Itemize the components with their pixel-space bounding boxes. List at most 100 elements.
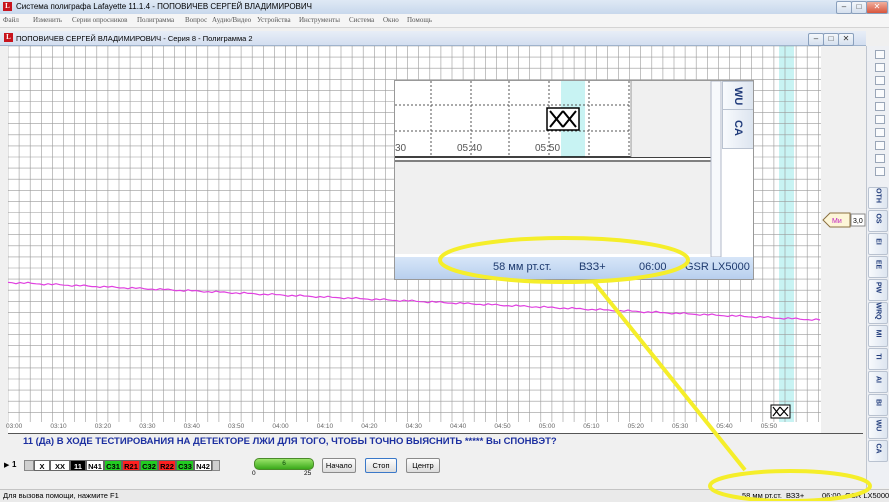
tab-ei[interactable]: EI [868, 233, 888, 255]
x-tick-label: 05:50 [760, 423, 778, 430]
start-button[interactable]: Начало [322, 458, 356, 473]
menu-window[interactable]: Окно [383, 16, 399, 24]
x-tick-label: 03:40 [183, 423, 200, 430]
tab-oth[interactable]: OTH [868, 187, 888, 209]
sequence-item[interactable]: XX [50, 460, 70, 471]
sequence-item[interactable]: 11 [70, 460, 86, 471]
zoom-tab-ca: CA [722, 109, 753, 149]
sequence-current-number: 1 [12, 460, 17, 469]
close-button[interactable]: ✕ [866, 1, 888, 14]
progress-max: 25 [304, 470, 312, 477]
sequence-item[interactable]: N41 [86, 460, 104, 471]
zoom-mode: ВЗЗ+ [579, 261, 606, 273]
menu-tools[interactable]: Инструменты [299, 16, 340, 24]
toolbar-page-icon[interactable] [875, 167, 885, 176]
zoom-tick-label: 05:50 [535, 143, 561, 154]
tab-mi[interactable]: MI [868, 325, 888, 347]
chart-highlight-band [779, 46, 794, 422]
sequence-item[interactable]: R21 [122, 460, 140, 471]
child-close-button[interactable]: ✕ [838, 33, 854, 46]
status-mode: ВЗЗ+ [786, 491, 805, 500]
toolbar-page-icon[interactable] [875, 89, 885, 98]
zoom-event-marker-icon [546, 107, 580, 131]
sequence-item[interactable]: X [34, 460, 50, 471]
tab-bi[interactable]: BI [868, 394, 888, 416]
center-button[interactable]: Центр [406, 458, 440, 473]
zoom-device: GSR LX5000 [685, 261, 750, 273]
sequence-item[interactable]: C32 [140, 460, 158, 471]
toolbar-page-icon[interactable] [875, 141, 885, 150]
marker-label: Ми [832, 218, 842, 225]
event-marker-icon[interactable] [770, 404, 791, 419]
status-bar: Для вызова помощи, нажмите F1 58 мм рт.с… [0, 489, 889, 502]
toolbar-page-icon[interactable] [875, 76, 885, 85]
toolbar-page-icon[interactable] [875, 154, 885, 163]
stop-button[interactable]: Стоп [365, 458, 397, 473]
app-title-bar: L Система полиграфа Lafayette 11.1.4 - П… [0, 0, 889, 15]
zoom-chart [395, 81, 722, 258]
toolbar-page-icon[interactable] [875, 115, 885, 124]
progress-min: 0 [252, 470, 256, 477]
sequence-end-slot [212, 460, 220, 471]
zoom-tick-label: 05:40 [457, 143, 483, 154]
tab-wu[interactable]: WU [868, 417, 888, 439]
sequence-item[interactable]: C33 [176, 460, 194, 471]
child-minimize-button[interactable]: – [808, 33, 824, 46]
tab-ti[interactable]: TI [868, 348, 888, 370]
polygram-window-title: ПОПОВИЧЕВ СЕРГЕЙ ВЛАДИМИРОВИЧ - Серия 8 … [16, 34, 253, 43]
zoom-inset: 30 05:40 05:50 WU CA 58 мм рт.ст. ВЗЗ+ 0… [394, 80, 754, 280]
x-tick-label: 04:30 [405, 423, 422, 430]
zoom-pressure: 58 мм рт.ст. [493, 261, 552, 273]
tab-os[interactable]: OS [868, 210, 888, 232]
menu-audio-video[interactable]: Аудио/Видео [212, 16, 251, 24]
x-tick-label: 05:40 [716, 423, 733, 430]
x-tick-label: 03:50 [228, 423, 245, 430]
menu-question-series[interactable]: Серии опросников [72, 16, 127, 24]
status-help-text: Для вызова помощи, нажмите F1 [3, 491, 119, 500]
tab-pw[interactable]: PW [868, 279, 888, 301]
x-tick-label: 05:00 [538, 423, 556, 430]
x-tick-label: 04:10 [316, 423, 334, 430]
status-time: 06:00 [822, 491, 841, 500]
maximize-button[interactable]: □ [851, 1, 867, 14]
channel-marker[interactable]: Ми 3,0 [822, 212, 866, 228]
x-tick-label: 04:00 [272, 423, 289, 430]
menu-polygram[interactable]: Полиграмма [137, 16, 174, 24]
zoom-tab-wu: WU [722, 81, 753, 111]
tab-ee[interactable]: EE [868, 256, 888, 278]
menu-question[interactable]: Вопрос [185, 16, 207, 24]
app-logo-icon: L [3, 2, 12, 11]
tab-ai[interactable]: AI [868, 371, 888, 393]
sequence-start-slot [24, 460, 34, 471]
toolbar-page-icon[interactable] [875, 63, 885, 72]
x-tick-label: 05:20 [627, 423, 644, 430]
x-tick-label: 05:30 [672, 423, 689, 430]
x-tick-label: 04:20 [361, 423, 378, 430]
toolbar-page-icon[interactable] [875, 128, 885, 137]
tab-wrq[interactable]: WRQ [868, 302, 888, 324]
current-question-text: 11 (Да) В ХОДЕ ТЕСТИРОВАНИЯ НА ДЕТЕКТОРЕ… [23, 436, 557, 447]
divider-line [8, 433, 863, 434]
child-logo-icon: L [4, 33, 13, 42]
tab-ca[interactable]: CA [868, 440, 888, 462]
menu-bar: Файл Изменить Серии опросников Полиграмм… [0, 14, 889, 28]
sequence-item[interactable]: C31 [104, 460, 122, 471]
sequence-item[interactable]: R22 [158, 460, 176, 471]
x-tick-label: 03:30 [139, 423, 156, 430]
menu-file[interactable]: Файл [3, 16, 19, 24]
zoom-status-bar: 58 мм рт.ст. ВЗЗ+ 06:00 GSR LX5000 [395, 257, 753, 279]
x-tick-label: 05:10 [583, 423, 600, 430]
menu-edit[interactable]: Изменить [33, 16, 62, 24]
sequence-item[interactable]: N42 [194, 460, 212, 471]
minimize-button[interactable]: – [836, 1, 852, 14]
menu-help[interactable]: Помощь [407, 16, 432, 24]
status-pressure: 58 мм рт.ст. [742, 491, 782, 500]
toolbar-page-icon[interactable] [875, 50, 885, 59]
toolbar-page-icon[interactable] [875, 102, 885, 111]
x-tick-label: 03:00 [6, 423, 23, 430]
child-restore-button[interactable]: □ [823, 33, 839, 46]
x-tick-label: 03:20 [94, 423, 112, 430]
app-title: Система полиграфа Lafayette 11.1.4 - ПОП… [16, 2, 312, 11]
menu-system[interactable]: Система [349, 16, 374, 24]
menu-devices[interactable]: Устройства [257, 16, 291, 24]
